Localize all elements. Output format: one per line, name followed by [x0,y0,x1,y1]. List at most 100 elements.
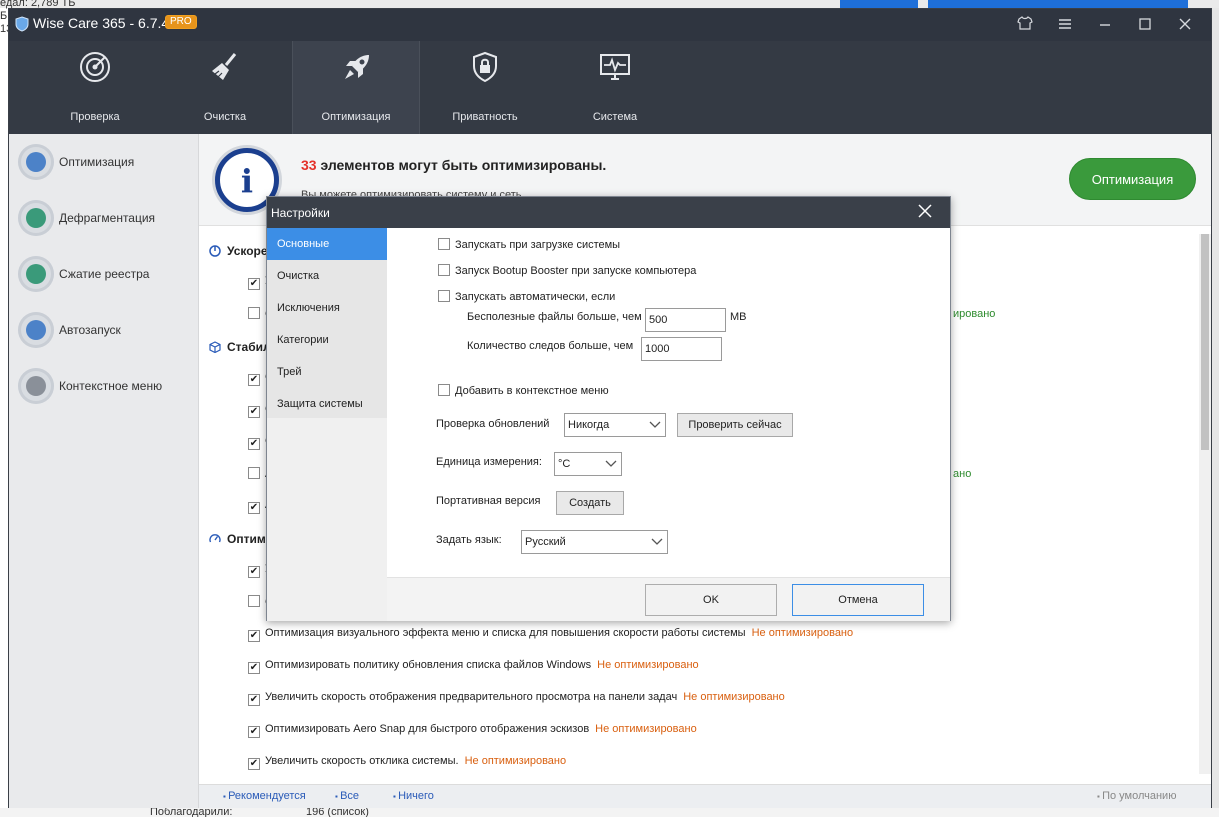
option-auto-run[interactable]: Запускать автоматически, если [438,290,615,304]
menu-icon[interactable] [1055,15,1075,35]
option-context-menu[interactable]: Добавить в контекстное меню [438,384,609,398]
update-check-select[interactable]: Никогда [564,413,666,437]
sidebar-item-registry[interactable]: Сжатие реестра [9,249,199,305]
chevron-down-icon [605,453,617,484]
title-bar[interactable]: Wise Care 365 - 6.7.4 PRO [9,9,1211,41]
dialog-title-bar[interactable]: Настройки [267,197,950,228]
option-row[interactable]: ✔ Оптимизировать политику обновления спис… [248,659,699,675]
sidebar-item-defrag[interactable]: Дефрагментация [9,193,199,249]
option-row[interactable]: ✔ Оптимизировать Aero Snap для быстрого о… [248,723,697,739]
checkbox-checked[interactable]: ✔ [248,694,260,706]
sidebar-item-label: Сжатие реестра [59,267,150,281]
checkbox-checked[interactable]: ✔ [248,662,260,674]
status-optimized: ировано [953,308,996,320]
cancel-button[interactable]: Отмена [792,584,924,616]
checkbox-unchecked[interactable] [248,467,260,479]
dialog-nav-clean[interactable]: Очистка [267,260,387,292]
checkbox-checked[interactable]: ✔ [248,438,260,450]
option-row[interactable]: ✔ Оптимизация визуального эффекта меню и … [248,627,853,643]
registry-icon [18,256,54,292]
dialog-nav-general[interactable]: Основные [267,228,387,260]
nav-tab-label: Проверка [70,111,120,123]
nav-tab-clean[interactable]: Очистка [161,41,289,134]
checkbox-unchecked[interactable] [438,264,450,276]
desktop-blue-block [840,0,918,8]
maximize-icon[interactable] [1135,15,1155,35]
section-heading: Стабил [209,340,271,354]
traces-input[interactable]: 1000 [641,337,722,361]
option-row[interactable]: ✔ Увеличить скорость отображения предвари… [248,691,785,707]
checkbox-checked[interactable]: ✔ [248,758,260,770]
checkbox-checked[interactable]: ✔ [248,726,260,738]
create-portable-button[interactable]: Создать [556,491,624,515]
checkbox-unchecked[interactable] [248,307,260,319]
ok-button[interactable]: OK [645,584,777,616]
lock-icon [473,51,497,83]
mouse-icon [18,368,54,404]
dialog-nav-categories[interactable]: Категории [267,324,387,356]
junk-files-input[interactable]: 500 [645,308,726,332]
nav-tab-optimize[interactable]: Оптимизация [292,41,420,134]
select-recommended-link[interactable]: Рекомендуется [223,790,306,802]
optimize-button[interactable]: Оптимизация [1069,158,1196,200]
status-not-optimized: Не оптимизировано [751,627,854,639]
nav-tab-system[interactable]: Система [551,41,679,134]
checkbox-checked[interactable]: ✔ [248,278,260,290]
check-now-button[interactable]: Проверить сейчас [677,413,793,437]
dialog-nav-exclusions[interactable]: Исключения [267,292,387,324]
rocket-icon [345,55,369,79]
checkbox-unchecked[interactable] [438,290,450,302]
checkbox-checked[interactable]: ✔ [248,502,260,514]
option-text: Оптимизировать политику обновления списк… [265,659,592,671]
option-text: Добавить в контекстное меню [455,385,609,397]
option-bootup-booster[interactable]: Запуск Bootup Booster при запуске компью… [438,264,696,278]
unit-select[interactable]: °C [554,452,622,476]
status-not-optimized: Не оптимизировано [597,659,699,671]
scrollbar-thumb[interactable] [1201,234,1209,450]
disk-icon [18,200,54,236]
select-value: Русский [525,536,566,548]
content-scrollbar[interactable] [1199,234,1211,774]
nav-tab-check[interactable]: Проверка [31,41,159,134]
select-all-link[interactable]: Все [335,790,359,802]
option-text: Запуск Bootup Booster при запуске компью… [455,265,697,277]
nav-tab-privacy[interactable]: Приватность [421,41,549,134]
select-value: °C [558,458,571,470]
sidebar-item-label: Автозапуск [59,323,121,337]
play-icon [18,312,54,348]
option-text: Оптимизация визуального эффекта меню и с… [265,627,746,639]
option-startup[interactable]: Запускать при загрузке системы [438,238,620,252]
option-text: Оптимизировать Aero Snap для быстрого от… [265,723,590,735]
select-none-link[interactable]: Ничего [393,790,434,802]
minimize-icon[interactable] [1095,15,1115,35]
section-heading: Ускоре [209,244,268,258]
dialog-footer: OK Отмена [387,577,950,621]
checkbox-checked[interactable]: ✔ [248,566,260,578]
checkbox-unchecked[interactable] [248,595,260,607]
checkbox-checked[interactable]: ✔ [248,630,260,642]
option-row[interactable]: ✔ Увеличить скорость отклика системы. Не о… [248,755,566,771]
status-not-optimized: Не оптимизировано [464,755,567,767]
sidebar-item-optimization[interactable]: Оптимизация [9,137,199,193]
checkbox-checked[interactable]: ✔ [248,406,260,418]
checkbox-unchecked[interactable] [438,238,450,250]
language-select[interactable]: Русский [521,530,668,554]
restore-default-link[interactable]: По умолчанию [1097,790,1176,802]
speedometer-icon [209,533,221,545]
shirt-icon[interactable] [1015,15,1035,35]
select-value: Никогда [568,419,610,431]
nav-tab-label: Оптимизация [321,111,391,123]
junk-files-unit: MB [730,311,747,323]
unit-label: Единица измерения: [436,456,542,468]
close-icon[interactable] [1175,15,1195,35]
chevron-down-icon [651,531,663,562]
checkbox-checked[interactable]: ✔ [248,374,260,386]
dialog-nav-system-protection[interactable]: Защита системы [267,388,387,420]
dialog-nav-tray[interactable]: Трей [267,356,387,388]
sidebar-item-context-menu[interactable]: Контекстное меню [9,361,199,417]
checkbox-unchecked[interactable] [438,384,450,396]
sidebar-item-autorun[interactable]: Автозапуск [9,305,199,361]
close-icon[interactable] [913,201,937,225]
radar-icon [80,52,110,82]
nav-tab-label: Система [592,111,638,123]
